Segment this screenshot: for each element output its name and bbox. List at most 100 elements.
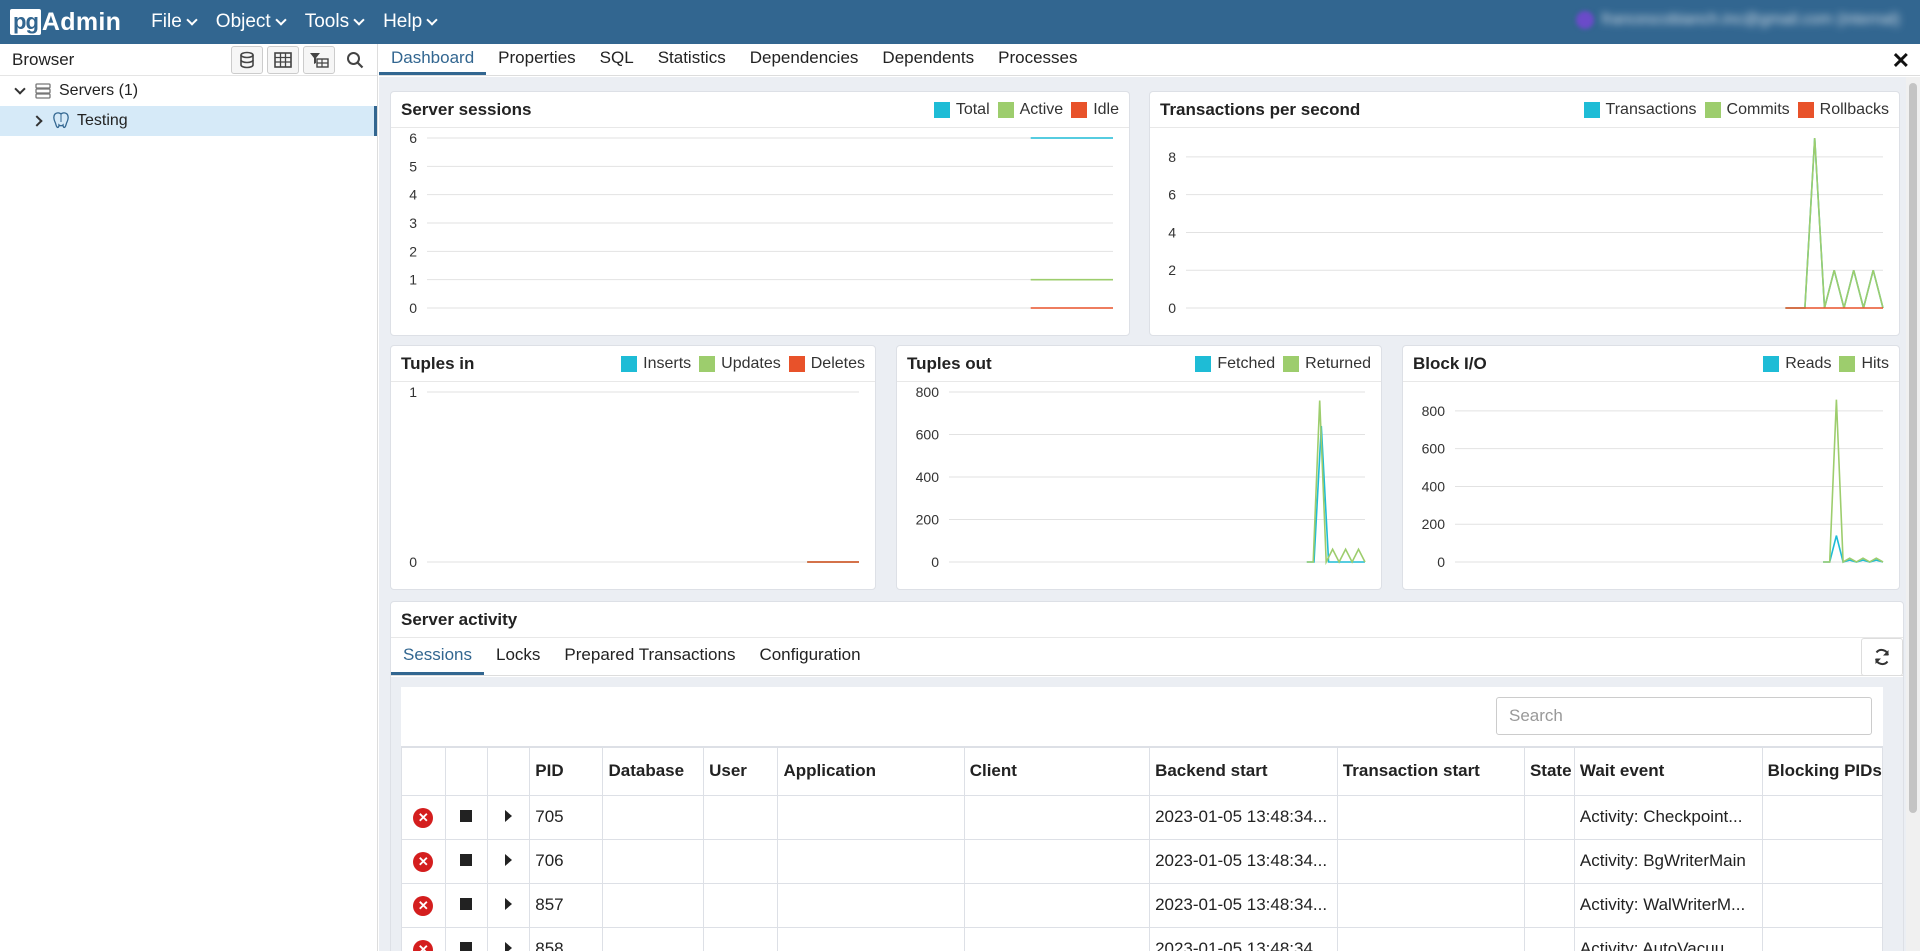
column-header-client[interactable]: Client bbox=[963, 746, 1151, 796]
table-row[interactable]: ✕ 706 2023-01-05 13:48:34... Activity: B… bbox=[401, 838, 1883, 884]
legend-item-rollbacks[interactable]: Rollbacks bbox=[1797, 101, 1889, 119]
expand-row-icon[interactable] bbox=[505, 810, 513, 822]
expand-row-icon[interactable] bbox=[505, 898, 513, 910]
tab-locks[interactable]: Locks bbox=[484, 637, 552, 675]
table-row[interactable]: ✕ 858 2023-01-05 13:48:34... Activity: A… bbox=[401, 926, 1883, 951]
cancel-cell[interactable] bbox=[444, 794, 488, 840]
tab-sessions[interactable]: Sessions bbox=[391, 637, 484, 675]
expand-cell[interactable] bbox=[486, 794, 531, 840]
chevron-down-icon[interactable] bbox=[14, 83, 26, 95]
legend-item-total[interactable]: Total bbox=[933, 101, 990, 119]
menu-help[interactable]: Help bbox=[383, 11, 438, 33]
menu-help-label: Help bbox=[383, 11, 423, 32]
filtered-rows-button[interactable] bbox=[303, 45, 335, 74]
legend-item-deletes[interactable]: Deletes bbox=[788, 355, 865, 373]
menu-file[interactable]: File bbox=[151, 11, 198, 33]
table-row[interactable]: ✕ 705 2023-01-05 13:48:34... Activity: C… bbox=[401, 794, 1883, 840]
view-data-button[interactable] bbox=[267, 45, 299, 74]
refresh-icon bbox=[1875, 648, 1889, 666]
tab-sql[interactable]: SQL bbox=[588, 43, 646, 75]
y-tick-label: 2 bbox=[409, 243, 417, 259]
scrollbar-thumb[interactable] bbox=[1909, 83, 1917, 813]
tree-item-servers[interactable]: Servers (1) bbox=[0, 76, 377, 106]
tab-prepared-transactions[interactable]: Prepared Transactions bbox=[552, 637, 747, 675]
close-icon[interactable]: ✕ bbox=[1892, 48, 1910, 74]
cell-blocking-pids bbox=[1761, 926, 1883, 951]
search-input[interactable] bbox=[1496, 697, 1872, 735]
cancel-cell[interactable] bbox=[444, 926, 488, 951]
stop-icon[interactable] bbox=[460, 810, 473, 822]
terminate-cell[interactable]: ✕ bbox=[401, 926, 446, 951]
search-objects-button[interactable] bbox=[339, 46, 371, 74]
terminate-cell[interactable]: ✕ bbox=[401, 882, 446, 928]
vertical-scrollbar[interactable] bbox=[1906, 77, 1920, 951]
tab-dependencies[interactable]: Dependencies bbox=[738, 43, 871, 75]
chart-plot-area: 6 5 4 3 2 1 0 bbox=[409, 130, 1113, 316]
legend-item-returned[interactable]: Returned bbox=[1283, 355, 1371, 373]
expand-row-icon[interactable] bbox=[505, 942, 513, 951]
column-header-blocking-pids[interactable]: Blocking PIDs bbox=[1761, 746, 1883, 796]
terminate-session-icon[interactable]: ✕ bbox=[413, 939, 434, 951]
table-row[interactable]: ✕ 857 2023-01-05 13:48:34... Activity: W… bbox=[401, 882, 1883, 928]
cancel-cell[interactable] bbox=[444, 882, 488, 928]
tab-configuration[interactable]: Configuration bbox=[747, 637, 872, 675]
cancel-cell[interactable] bbox=[444, 838, 488, 884]
stop-icon[interactable] bbox=[460, 942, 473, 951]
legend-item-idle[interactable]: Idle bbox=[1071, 101, 1119, 119]
legend-swatch bbox=[1704, 101, 1721, 118]
terminate-session-icon[interactable]: ✕ bbox=[413, 807, 434, 828]
tab-properties[interactable]: Properties bbox=[486, 43, 587, 75]
refresh-button[interactable] bbox=[1861, 638, 1903, 676]
column-header-actions bbox=[444, 746, 488, 796]
legend-item-transactions[interactable]: Transactions bbox=[1583, 101, 1697, 119]
terminate-cell[interactable]: ✕ bbox=[401, 838, 446, 884]
tab-statistics[interactable]: Statistics bbox=[646, 43, 738, 75]
y-tick-label: 6 bbox=[409, 130, 417, 146]
tab-dependents[interactable]: Dependents bbox=[870, 43, 986, 75]
terminate-session-icon[interactable]: ✕ bbox=[413, 851, 434, 872]
legend-item-updates[interactable]: Updates bbox=[699, 355, 781, 373]
expand-cell[interactable] bbox=[486, 838, 531, 884]
user-email: francescobianch.inc@gmail.com (internal) bbox=[1601, 11, 1900, 28]
tab-processes[interactable]: Processes bbox=[986, 43, 1089, 75]
user-menu[interactable]: francescobianch.inc@gmail.com (internal) bbox=[1575, 11, 1900, 29]
tree-item-server-label: Testing bbox=[77, 112, 128, 129]
column-header-user[interactable]: User bbox=[703, 746, 779, 796]
legend-label: Fetched bbox=[1217, 354, 1276, 372]
legend-item-reads[interactable]: Reads bbox=[1763, 355, 1831, 373]
tab-dashboard[interactable]: Dashboard bbox=[379, 43, 487, 75]
column-header-state[interactable]: State bbox=[1523, 746, 1575, 796]
legend-item-hits[interactable]: Hits bbox=[1839, 355, 1889, 373]
expand-cell[interactable] bbox=[486, 926, 531, 951]
column-header-transaction-start[interactable]: Transaction start bbox=[1336, 746, 1525, 796]
expand-row-icon[interactable] bbox=[505, 854, 513, 866]
stop-icon[interactable] bbox=[460, 898, 473, 910]
column-header-pid[interactable]: PID bbox=[529, 746, 604, 796]
terminate-cell[interactable]: ✕ bbox=[401, 794, 446, 840]
cell-pid: 706 bbox=[529, 838, 604, 884]
column-header-database[interactable]: Database bbox=[602, 746, 705, 796]
legend-swatch bbox=[933, 101, 950, 118]
chart-legend: Inserts Updates Deletes bbox=[613, 355, 865, 373]
legend-swatch bbox=[997, 101, 1014, 118]
tree-item-server-testing[interactable]: Testing bbox=[0, 106, 377, 136]
pgadmin-logo[interactable]: pg Admin bbox=[10, 0, 121, 44]
user-avatar-icon bbox=[1575, 11, 1594, 29]
cell-database bbox=[602, 794, 705, 840]
expand-cell[interactable] bbox=[486, 882, 531, 928]
terminate-session-icon[interactable]: ✕ bbox=[413, 895, 434, 916]
column-header-wait-event[interactable]: Wait event bbox=[1573, 746, 1763, 796]
chart-plot-area: 10 bbox=[409, 384, 859, 570]
legend-item-fetched[interactable]: Fetched bbox=[1195, 355, 1275, 373]
menu-object[interactable]: Object bbox=[216, 11, 287, 33]
legend-item-commits[interactable]: Commits bbox=[1704, 101, 1790, 119]
legend-item-inserts[interactable]: Inserts bbox=[621, 355, 691, 373]
stop-icon[interactable] bbox=[460, 854, 473, 866]
column-header-application[interactable]: Application bbox=[777, 746, 965, 796]
transactions-per-second-chart: Transactions per second Transactions Com… bbox=[1149, 91, 1900, 336]
column-header-backend-start[interactable]: Backend start bbox=[1149, 746, 1338, 796]
query-tool-button[interactable] bbox=[231, 45, 263, 74]
chevron-right-icon[interactable] bbox=[31, 115, 43, 127]
legend-item-active[interactable]: Active bbox=[997, 101, 1063, 119]
menu-tools[interactable]: Tools bbox=[305, 11, 365, 33]
